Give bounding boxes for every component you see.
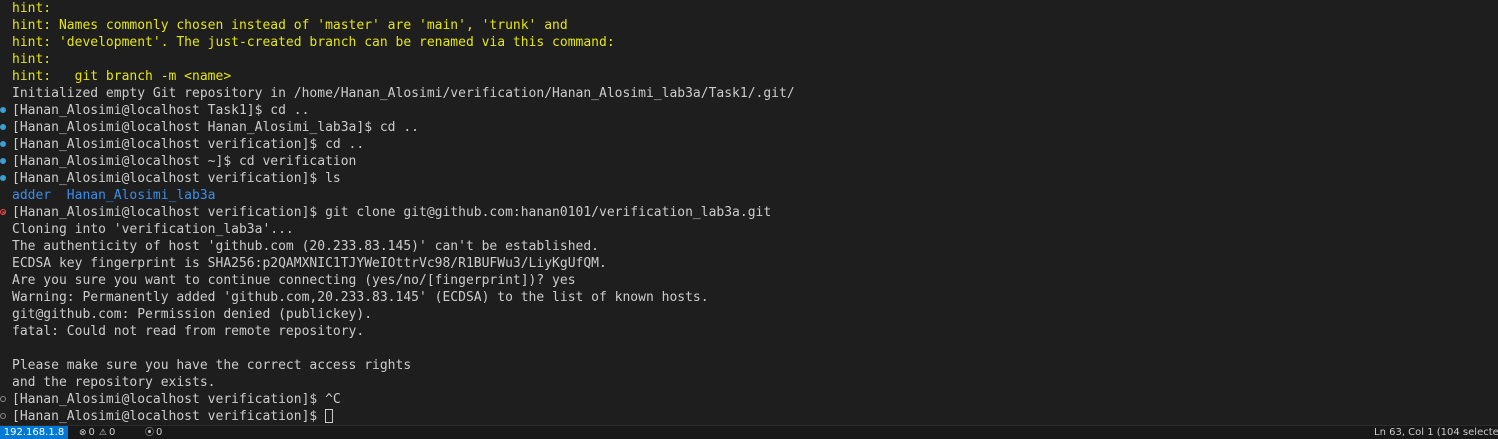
terminal-line-text: [Hanan_Alosimi@localhost verification]$	[12, 409, 326, 424]
terminal-line-text: [Hanan_Alosimi@localhost ~]$ cd verifica…	[12, 154, 357, 169]
errors-count: 0	[88, 427, 95, 438]
command-decoration-success-icon[interactable]	[0, 124, 6, 130]
terminal-line: The authenticity of host 'github.com (20…	[0, 238, 1498, 255]
broadcast-icon: ⦿	[145, 428, 155, 438]
command-decoration-success-icon[interactable]	[0, 141, 6, 147]
terminal-line: Warning: Permanently added 'github.com,2…	[0, 289, 1498, 306]
remote-host-label: 192.168.1.8	[3, 427, 65, 438]
terminal-line: hint:	[0, 0, 1498, 17]
terminal-line-text: and the repository exists.	[12, 375, 216, 390]
terminal-line-text: Warning: Permanently added 'github.com,2…	[12, 290, 709, 305]
terminal-line-text: [Hanan_Alosimi@localhost verification]$ …	[12, 392, 341, 407]
error-circle-icon: ⊗	[79, 428, 87, 438]
terminal-line: Please make sure you have the correct ac…	[0, 357, 1498, 374]
terminal-line: [Hanan_Alosimi@localhost Task1]$ cd ..	[0, 102, 1498, 119]
command-decoration-success-icon[interactable]	[0, 158, 6, 164]
terminal-line: fatal: Could not read from remote reposi…	[0, 323, 1498, 340]
terminal-line: Are you sure you want to continue connec…	[0, 272, 1498, 289]
command-decoration-success-icon[interactable]	[0, 107, 6, 113]
command-decoration-default-icon[interactable]	[0, 413, 6, 419]
terminal-panel[interactable]: hint: hint: Names commonly chosen instead…	[0, 0, 1498, 425]
terminal-line-text: hint: 'development'. The just-created br…	[12, 35, 615, 50]
terminal-line: hint: git branch -m <name>	[0, 68, 1498, 85]
terminal-line: [Hanan_Alosimi@localhost verification]$ …	[0, 204, 1498, 221]
terminal-line: Cloning into 'verification_lab3a'...	[0, 221, 1498, 238]
warning-triangle-icon: ⚠	[98, 428, 107, 438]
cursor-position-label: Ln 63, Col 1 (104 selected)	[1374, 427, 1498, 438]
terminal-line: [Hanan_Alosimi@localhost ~]$ cd verifica…	[0, 153, 1498, 170]
terminal-line: git@github.com: Permission denied (publi…	[0, 306, 1498, 323]
terminal-line-text: hint:	[12, 1, 52, 16]
terminal-line-text: hint:	[12, 52, 52, 67]
terminal-line-text: Cloning into 'verification_lab3a'...	[12, 222, 294, 237]
terminal-line: adder Hanan_Alosimi_lab3a	[0, 187, 1498, 204]
terminal-line-text: [Hanan_Alosimi@localhost Task1]$ cd ..	[12, 103, 310, 118]
warnings-count: 0	[109, 427, 116, 438]
problems-indicator[interactable]: ⊗ 0 ⚠ 0	[79, 426, 119, 439]
terminal-line-text: fatal: Could not read from remote reposi…	[12, 324, 365, 339]
terminal-line-text: git@github.com: Permission denied (publi…	[12, 307, 373, 322]
terminal-line-text: [Hanan_Alosimi@localhost verification]$ …	[12, 205, 772, 220]
terminal-line: [Hanan_Alosimi@localhost Hanan_Alosimi_l…	[0, 119, 1498, 136]
ports-count: 0	[156, 427, 163, 438]
terminal-line-text: Please make sure you have the correct ac…	[12, 358, 412, 373]
status-bar: 192.168.1.8 ⊗ 0 ⚠ 0 ⦿ 0 Ln 63, Col 1 (104 se…	[0, 425, 1498, 439]
terminal-line: [Hanan_Alosimi@localhost verification]$	[0, 408, 1498, 425]
terminal-line-text: [Hanan_Alosimi@localhost verification]$ …	[12, 137, 365, 152]
terminal-line-text: [Hanan_Alosimi@localhost verification]$ …	[12, 171, 341, 186]
command-decoration-success-icon[interactable]	[0, 175, 6, 181]
terminal-line-text: Are you sure you want to continue connec…	[12, 273, 576, 288]
terminal-line: Initialized empty Git repository in /hom…	[0, 85, 1498, 102]
terminal-line-text: [Hanan_Alosimi@localhost Hanan_Alosimi_l…	[12, 120, 419, 135]
terminal-output[interactable]: hint: hint: Names commonly chosen instead…	[0, 0, 1498, 425]
terminal-line: ECDSA key fingerprint is SHA256:p2QAMXNI…	[0, 255, 1498, 272]
remote-indicator[interactable]: 192.168.1.8	[0, 426, 68, 439]
terminal-line-text: The authenticity of host 'github.com (20…	[12, 239, 599, 254]
terminal-line: hint: Names commonly chosen instead of '…	[0, 17, 1498, 34]
terminal-line-text: hint: git branch -m <name>	[12, 69, 232, 84]
terminal-line: [Hanan_Alosimi@localhost verification]$ …	[0, 391, 1498, 408]
command-decoration-default-icon[interactable]	[0, 396, 6, 402]
terminal-line: and the repository exists.	[0, 374, 1498, 391]
terminal-line: [Hanan_Alosimi@localhost verification]$ …	[0, 170, 1498, 187]
terminal-cursor	[325, 409, 334, 423]
cursor-position-indicator[interactable]: Ln 63, Col 1 (104 selected)	[1374, 426, 1498, 439]
command-decoration-error-icon[interactable]	[0, 209, 6, 215]
terminal-line-text: hint: Names commonly chosen instead of '…	[12, 18, 568, 33]
terminal-line: hint:	[0, 51, 1498, 68]
terminal-line: [Hanan_Alosimi@localhost verification]$ …	[0, 136, 1498, 153]
terminal-line-text: adder Hanan_Alosimi_lab3a	[12, 188, 216, 203]
terminal-line-text: Initialized empty Git repository in /hom…	[12, 86, 795, 101]
terminal-line: hint: 'development'. The just-created br…	[0, 34, 1498, 51]
terminal-line-text: ECDSA key fingerprint is SHA256:p2QAMXNI…	[12, 256, 607, 271]
ports-indicator[interactable]: ⦿ 0	[145, 426, 166, 439]
